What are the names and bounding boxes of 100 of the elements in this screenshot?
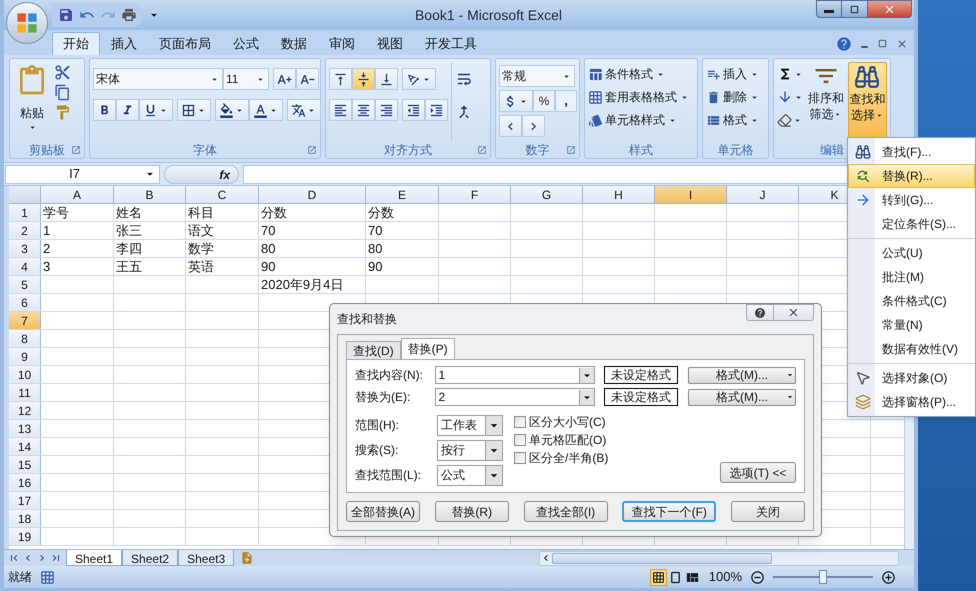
comma-button[interactable]: , bbox=[555, 90, 577, 112]
help-icon[interactable] bbox=[836, 36, 852, 52]
number-format-combo[interactable]: 常规 bbox=[499, 65, 575, 87]
cells-menu-button[interactable]: 删除 bbox=[706, 87, 760, 107]
dialog-button[interactable]: 全部替换(A) bbox=[346, 501, 420, 522]
first-sheet-icon[interactable] bbox=[8, 552, 20, 564]
zoom-out-icon[interactable] bbox=[750, 570, 765, 584]
underline-button[interactable] bbox=[139, 99, 173, 121]
column-header[interactable]: H bbox=[583, 186, 655, 204]
menu-item[interactable]: 定位条件(S)... bbox=[848, 212, 975, 236]
format-button[interactable]: 格式(M)... bbox=[688, 388, 796, 406]
zoom-in-icon[interactable] bbox=[881, 570, 896, 584]
align-right-button[interactable] bbox=[375, 99, 398, 121]
row-header[interactable]: 11 bbox=[9, 384, 41, 401]
phonetic-button[interactable] bbox=[287, 99, 321, 121]
ribbon-tab[interactable]: 公式 bbox=[222, 32, 270, 55]
dialog-tab[interactable]: 替换(P) bbox=[400, 338, 455, 359]
checkbox[interactable] bbox=[514, 434, 526, 446]
name-box[interactable]: I7 bbox=[5, 164, 160, 184]
sheet-tab[interactable]: Sheet2 bbox=[122, 550, 178, 566]
menu-item[interactable]: 替换(R)... bbox=[848, 164, 975, 188]
orientation-button[interactable] bbox=[402, 68, 436, 90]
row-header[interactable]: 18 bbox=[9, 510, 41, 527]
borders-button[interactable] bbox=[177, 99, 211, 121]
sheet-tab[interactable]: Sheet3 bbox=[178, 550, 234, 566]
close-button[interactable] bbox=[868, 0, 912, 18]
column-header[interactable]: I bbox=[655, 186, 727, 204]
dropdown-field[interactable]: 按行 bbox=[437, 440, 503, 460]
row-header[interactable]: 13 bbox=[9, 420, 41, 437]
column-header[interactable]: C bbox=[186, 186, 259, 204]
row-header[interactable]: 3 bbox=[9, 240, 41, 257]
close-icon[interactable] bbox=[896, 38, 908, 50]
column-header[interactable]: F bbox=[439, 186, 511, 204]
cut-icon[interactable] bbox=[54, 64, 71, 81]
vertical-align-button[interactable] bbox=[375, 68, 398, 90]
normal-view-icon[interactable] bbox=[650, 568, 667, 586]
italic-button[interactable] bbox=[116, 99, 139, 121]
row-header[interactable]: 14 bbox=[9, 438, 41, 455]
maximize-button[interactable] bbox=[842, 0, 868, 18]
menu-item[interactable]: 查找(F)... bbox=[848, 140, 975, 164]
dialog-launcher-icon[interactable] bbox=[307, 144, 317, 154]
style-menu-button[interactable]: 单元格样式 bbox=[588, 110, 690, 130]
insert-function-button[interactable]: fx bbox=[164, 164, 239, 184]
help-button[interactable] bbox=[746, 304, 774, 321]
printer-icon[interactable] bbox=[121, 7, 137, 23]
row-header[interactable]: 9 bbox=[9, 348, 41, 365]
ribbon-tab[interactable]: 插入 bbox=[100, 32, 148, 55]
column-header[interactable]: B bbox=[114, 186, 186, 204]
column-header[interactable]: J bbox=[727, 186, 799, 204]
align-center-button[interactable] bbox=[352, 99, 375, 121]
paste-button[interactable]: 粘贴 bbox=[13, 62, 51, 141]
menu-item[interactable]: 选择窗格(P)... bbox=[848, 390, 975, 414]
close-button[interactable] bbox=[774, 304, 814, 321]
sort-filter-button[interactable]: 排序和 筛选 bbox=[807, 62, 844, 141]
bold-button[interactable] bbox=[93, 99, 116, 121]
checkbox[interactable] bbox=[514, 416, 526, 428]
dialog-launcher-icon[interactable] bbox=[71, 144, 81, 154]
save-icon[interactable] bbox=[58, 7, 74, 23]
copy-icon[interactable] bbox=[54, 84, 71, 101]
menu-item[interactable]: 条件格式(C) bbox=[848, 289, 975, 313]
font-size-combo[interactable]: 11 bbox=[223, 68, 269, 90]
dialog-launcher-icon[interactable] bbox=[566, 144, 576, 154]
row-header[interactable]: 16 bbox=[9, 474, 41, 491]
row-header[interactable]: 4 bbox=[9, 258, 41, 275]
decrease-indent-button[interactable] bbox=[402, 99, 425, 121]
last-sheet-icon[interactable] bbox=[50, 552, 62, 564]
minimize-icon[interactable] bbox=[860, 46, 869, 48]
office-button[interactable] bbox=[6, 2, 48, 44]
text-combo-field[interactable]: 1 bbox=[435, 366, 596, 384]
align-left-button[interactable] bbox=[329, 99, 352, 121]
style-menu-button[interactable]: 套用表格格式 bbox=[588, 87, 690, 107]
menu-item[interactable]: 选择对象(O) bbox=[848, 366, 975, 390]
dialog-button[interactable]: 关闭 bbox=[731, 501, 805, 522]
row-header[interactable]: 5 bbox=[9, 276, 41, 293]
options-button[interactable]: 选项(T) << bbox=[720, 462, 796, 483]
ribbon-tab[interactable]: 数据 bbox=[270, 32, 318, 55]
column-header[interactable]: G bbox=[511, 186, 583, 204]
horizontal-scrollbar[interactable] bbox=[539, 550, 899, 566]
row-header[interactable]: 12 bbox=[9, 402, 41, 419]
row-header[interactable]: 7 bbox=[9, 312, 41, 329]
dialog-button[interactable]: 查找全部(I) bbox=[524, 501, 608, 522]
grow-font-button[interactable] bbox=[273, 68, 296, 90]
font-color-button[interactable] bbox=[249, 99, 283, 121]
dropdown-field[interactable]: 工作表 bbox=[437, 414, 503, 436]
restore-icon[interactable] bbox=[877, 38, 888, 49]
row-header[interactable]: 1 bbox=[9, 204, 41, 221]
vertical-align-button[interactable] bbox=[329, 68, 352, 90]
menu-item[interactable]: 常量(N) bbox=[848, 313, 975, 337]
column-header[interactable]: D bbox=[259, 186, 366, 204]
cells-menu-button[interactable]: 格式 bbox=[706, 110, 760, 130]
format-button[interactable]: 格式(M)... bbox=[688, 366, 796, 384]
ribbon-tab[interactable]: 视图 bbox=[366, 32, 414, 55]
cells-menu-button[interactable]: 插入 bbox=[706, 64, 760, 84]
ribbon-tab[interactable]: 审阅 bbox=[318, 32, 366, 55]
macro-record-icon[interactable] bbox=[40, 570, 55, 584]
row-header[interactable]: 8 bbox=[9, 330, 41, 347]
row-header[interactable]: 15 bbox=[9, 456, 41, 473]
style-menu-button[interactable]: 条件格式 bbox=[588, 64, 690, 84]
ribbon-tab[interactable]: 页面布局 bbox=[148, 32, 222, 55]
column-header[interactable]: E bbox=[366, 186, 439, 204]
